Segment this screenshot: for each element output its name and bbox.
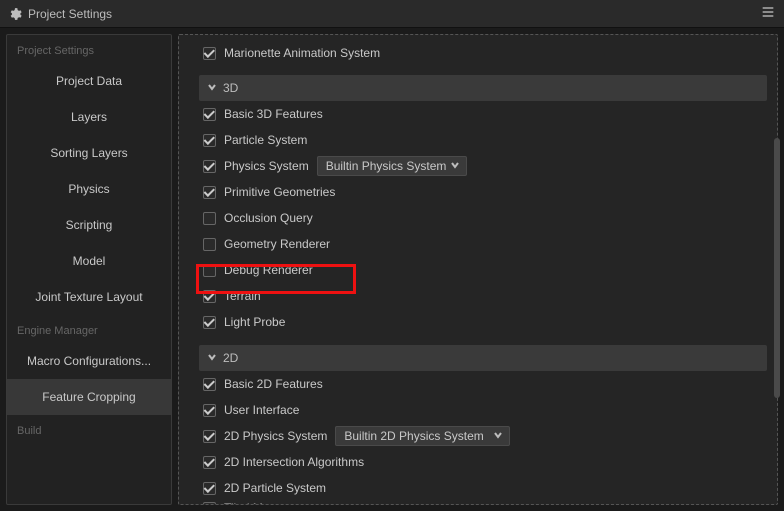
feature-row: Marionette Animation System bbox=[199, 41, 767, 65]
row-label: Basic 3D Features bbox=[224, 107, 323, 121]
menu-icon[interactable] bbox=[760, 4, 776, 23]
feature-row: Debug Renderer bbox=[199, 257, 767, 283]
sidebar-item-layers[interactable]: Layers bbox=[7, 99, 171, 135]
checkbox-debug-renderer[interactable] bbox=[203, 264, 216, 277]
section-header-3d[interactable]: 3D bbox=[199, 75, 767, 101]
section-header-2d[interactable]: 2D bbox=[199, 345, 767, 371]
checkbox-marionette[interactable] bbox=[203, 47, 216, 60]
sidebar-item-project-data[interactable]: Project Data bbox=[7, 63, 171, 99]
feature-row: Physics System Builtin Physics System bbox=[199, 153, 767, 179]
section-title: 2D bbox=[223, 351, 238, 365]
feature-row: Basic 3D Features bbox=[199, 101, 767, 127]
feature-row: Light Probe bbox=[199, 309, 767, 335]
physics-system-select[interactable]: Builtin Physics System bbox=[317, 156, 468, 176]
checkbox-terrain[interactable] bbox=[203, 290, 216, 303]
row-label: Basic 2D Features bbox=[224, 377, 323, 391]
row-label: 2D Physics System bbox=[224, 429, 327, 443]
row-label: Debug Renderer bbox=[224, 263, 313, 277]
select-value: Builtin 2D Physics System bbox=[344, 429, 483, 443]
row-label: User Interface bbox=[224, 403, 299, 417]
checkbox-basic-2d[interactable] bbox=[203, 378, 216, 391]
sidebar-item-joint-texture-layout[interactable]: Joint Texture Layout bbox=[7, 279, 171, 315]
row-label: Light Probe bbox=[224, 315, 285, 329]
sidebar-item-scripting[interactable]: Scripting bbox=[7, 207, 171, 243]
checkbox-light-probe[interactable] bbox=[203, 316, 216, 329]
sidebar-item-model[interactable]: Model bbox=[7, 243, 171, 279]
feature-row: Particle System bbox=[199, 127, 767, 153]
checkbox-2d-physics[interactable] bbox=[203, 430, 216, 443]
sidebar-item-macro-configurations[interactable]: Macro Configurations... bbox=[7, 343, 171, 379]
chevron-down-icon bbox=[207, 351, 217, 365]
sidebar-group-build: Build bbox=[7, 415, 171, 443]
checkbox-2d-particle[interactable] bbox=[203, 482, 216, 495]
feature-row: Terrain bbox=[199, 283, 767, 309]
sidebar: Project Settings Project Data Layers Sor… bbox=[6, 34, 172, 505]
sidebar-item-sorting-layers[interactable]: Sorting Layers bbox=[7, 135, 171, 171]
chevron-down-icon bbox=[207, 81, 217, 95]
chevron-down-icon bbox=[493, 429, 503, 443]
sidebar-item-physics[interactable]: Physics bbox=[7, 171, 171, 207]
checkbox-2d-intersection[interactable] bbox=[203, 456, 216, 469]
titlebar: Project Settings bbox=[0, 0, 784, 28]
gear-icon bbox=[8, 7, 22, 21]
row-label: Occlusion Query bbox=[224, 211, 313, 225]
row-label: Geometry Renderer bbox=[224, 237, 330, 251]
row-label: Physics System bbox=[224, 159, 309, 173]
row-label: Particle System bbox=[224, 133, 307, 147]
row-label: 2D Intersection Algorithms bbox=[224, 455, 364, 469]
checkbox-user-interface[interactable] bbox=[203, 404, 216, 417]
checkbox-primitive-geometries[interactable] bbox=[203, 186, 216, 199]
checkbox-particle-system[interactable] bbox=[203, 134, 216, 147]
checkbox-tiled-map[interactable] bbox=[203, 502, 216, 506]
checkbox-occlusion-query[interactable] bbox=[203, 212, 216, 225]
scrollbar-thumb[interactable] bbox=[774, 138, 780, 398]
feature-row: Basic 2D Features bbox=[199, 371, 767, 397]
feature-row: 2D Particle System bbox=[199, 475, 767, 501]
feature-row: Geometry Renderer bbox=[199, 231, 767, 257]
checkbox-physics-system[interactable] bbox=[203, 160, 216, 173]
chevron-down-icon bbox=[450, 159, 460, 173]
sidebar-item-feature-cropping[interactable]: Feature Cropping bbox=[7, 379, 171, 415]
checkbox-geometry-renderer[interactable] bbox=[203, 238, 216, 251]
checkbox-basic-3d[interactable] bbox=[203, 108, 216, 121]
feature-row: 2D Intersection Algorithms bbox=[199, 449, 767, 475]
feature-row: Primitive Geometries bbox=[199, 179, 767, 205]
section-title: 3D bbox=[223, 81, 238, 95]
2d-physics-system-select[interactable]: Builtin 2D Physics System bbox=[335, 426, 510, 446]
feature-row: User Interface bbox=[199, 397, 767, 423]
feature-row: 2D Physics System Builtin 2D Physics Sys… bbox=[199, 423, 767, 449]
sidebar-group-project-settings: Project Settings bbox=[7, 35, 171, 63]
row-label: Terrain bbox=[224, 289, 261, 303]
feature-row: Tiled Map bbox=[199, 501, 767, 505]
row-label: Primitive Geometries bbox=[224, 185, 335, 199]
row-label: Tiled Map bbox=[224, 501, 276, 505]
main-panel: Marionette Animation System 3D Basic 3D … bbox=[178, 34, 778, 505]
sidebar-group-engine-manager: Engine Manager bbox=[7, 315, 171, 343]
select-value: Builtin Physics System bbox=[326, 159, 447, 173]
row-label: 2D Particle System bbox=[224, 481, 326, 495]
window-title: Project Settings bbox=[28, 7, 112, 21]
row-label: Marionette Animation System bbox=[224, 46, 380, 60]
feature-row: Occlusion Query bbox=[199, 205, 767, 231]
